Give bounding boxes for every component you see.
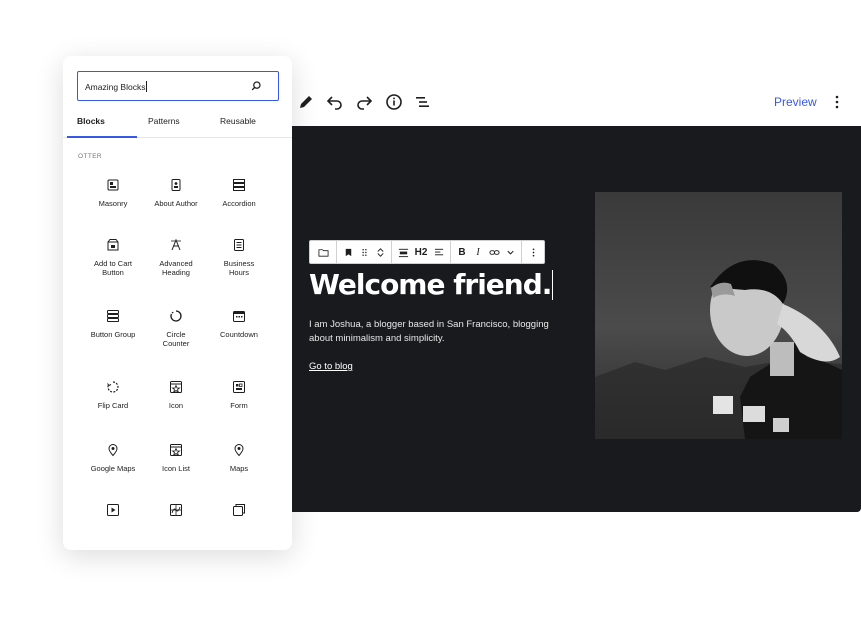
add-to-cart-icon	[106, 238, 120, 252]
block-item-accordion[interactable]: Accordion	[207, 178, 271, 208]
block-item-label: Circle Counter	[144, 330, 208, 348]
search-icon[interactable]	[249, 79, 263, 93]
tab-patterns[interactable]: Patterns	[148, 116, 180, 126]
advanced-heading-icon	[169, 238, 183, 252]
block-item-about-author[interactable]: About Author	[144, 178, 208, 208]
bold-button[interactable]: B	[454, 241, 470, 263]
block-item-google-maps[interactable]: Google Maps	[81, 443, 145, 473]
block-item-label: Advanced Heading	[144, 259, 208, 277]
paragraph-block[interactable]: I am Joshua, a blogger based in San Fran…	[309, 318, 559, 346]
circle-counter-icon	[169, 309, 183, 323]
block-item-label: Icon List	[144, 464, 208, 473]
block-item-video[interactable]	[81, 503, 145, 517]
block-item-business-hours[interactable]: Business Hours	[207, 238, 271, 277]
block-item-popup[interactable]	[207, 503, 271, 517]
block-item-label: Business Hours	[207, 259, 271, 277]
masonry-icon	[106, 178, 120, 192]
block-inserter-panel: Amazing Blocks Blocks Patterns Reusable …	[63, 56, 292, 550]
block-toolbar: H2 B I	[309, 240, 545, 264]
block-item-icon-list[interactable]: Icon List	[144, 443, 208, 473]
lottie-icon	[169, 503, 183, 517]
block-item-lottie[interactable]	[144, 503, 208, 517]
redo-icon[interactable]	[354, 92, 374, 112]
block-item-advanced-heading[interactable]: Advanced Heading	[144, 238, 208, 277]
category-label: OTTER	[78, 153, 102, 160]
google-maps-icon	[106, 443, 120, 457]
heading-level-button[interactable]: H2	[411, 241, 431, 263]
block-item-label: Accordion	[207, 199, 271, 208]
tab-reusable[interactable]: Reusable	[220, 116, 256, 126]
countdown-icon	[232, 309, 246, 323]
heading-block[interactable]: Welcome friend.	[309, 268, 553, 301]
accordion-icon	[232, 178, 246, 192]
block-item-label: Add to Cart Button	[81, 259, 145, 277]
list-view-icon[interactable]	[413, 92, 433, 112]
block-item-label: Masonry	[81, 199, 145, 208]
inserter-tabs: Blocks Patterns Reusable	[63, 112, 292, 138]
portrait-image[interactable]	[595, 192, 842, 439]
popup-icon	[232, 503, 246, 517]
blog-link[interactable]: Go to blog	[309, 361, 353, 372]
block-item-icon-block[interactable]: Icon	[144, 380, 208, 410]
text-align-icon[interactable]	[431, 241, 447, 263]
italic-button[interactable]: I	[470, 241, 486, 263]
block-item-label: Form	[207, 401, 271, 410]
preview-button[interactable]: Preview	[774, 95, 817, 109]
active-tab-indicator	[67, 136, 137, 138]
video-icon	[106, 503, 120, 517]
undo-icon[interactable]	[325, 92, 345, 112]
tab-blocks[interactable]: Blocks	[77, 116, 105, 126]
editor-top-toolbar: Preview	[292, 84, 861, 120]
flip-card-icon	[106, 380, 120, 394]
form-icon	[232, 380, 246, 394]
maps-icon	[232, 443, 246, 457]
link-icon[interactable]	[486, 241, 502, 263]
block-item-label: About Author	[144, 199, 208, 208]
block-item-masonry[interactable]: Masonry	[81, 178, 145, 208]
block-item-form[interactable]: Form	[207, 380, 271, 410]
block-item-circle-counter[interactable]: Circle Counter	[144, 309, 208, 348]
button-group-icon	[106, 309, 120, 323]
editor-canvas: H2 B I Welcome friend. I am Joshua, a bl…	[292, 126, 861, 512]
kebab-icon[interactable]	[830, 93, 844, 111]
block-item-label: Button Group	[81, 330, 145, 339]
block-item-flip-card[interactable]: Flip Card	[81, 380, 145, 410]
about-author-icon	[169, 178, 183, 192]
block-item-label: Google Maps	[81, 464, 145, 473]
align-wide-icon[interactable]	[395, 241, 411, 263]
info-icon[interactable]	[384, 92, 404, 112]
parent-block-icon[interactable]	[313, 241, 333, 263]
business-hours-icon	[232, 238, 246, 252]
block-item-label: Countdown	[207, 330, 271, 339]
block-item-label: Flip Card	[81, 401, 145, 410]
block-item-label: Maps	[207, 464, 271, 473]
block-type-icon[interactable]	[340, 241, 356, 263]
block-item-countdown[interactable]: Countdown	[207, 309, 271, 339]
drag-handle-icon[interactable]	[356, 241, 372, 263]
block-options-icon[interactable]	[525, 241, 541, 263]
edit-icon[interactable]	[296, 92, 316, 112]
block-item-maps[interactable]: Maps	[207, 443, 271, 473]
block-item-add-to-cart[interactable]: Add to Cart Button	[81, 238, 145, 277]
icon-list-icon	[169, 443, 183, 457]
block-item-button-group[interactable]: Button Group	[81, 309, 145, 339]
move-up-down-icon[interactable]	[372, 241, 388, 263]
icon-block-icon	[169, 380, 183, 394]
search-field[interactable]: Amazing Blocks	[77, 71, 279, 101]
block-item-label: Icon	[144, 401, 208, 410]
search-input[interactable]: Amazing Blocks	[85, 81, 147, 92]
chevron-down-icon[interactable]	[502, 241, 518, 263]
